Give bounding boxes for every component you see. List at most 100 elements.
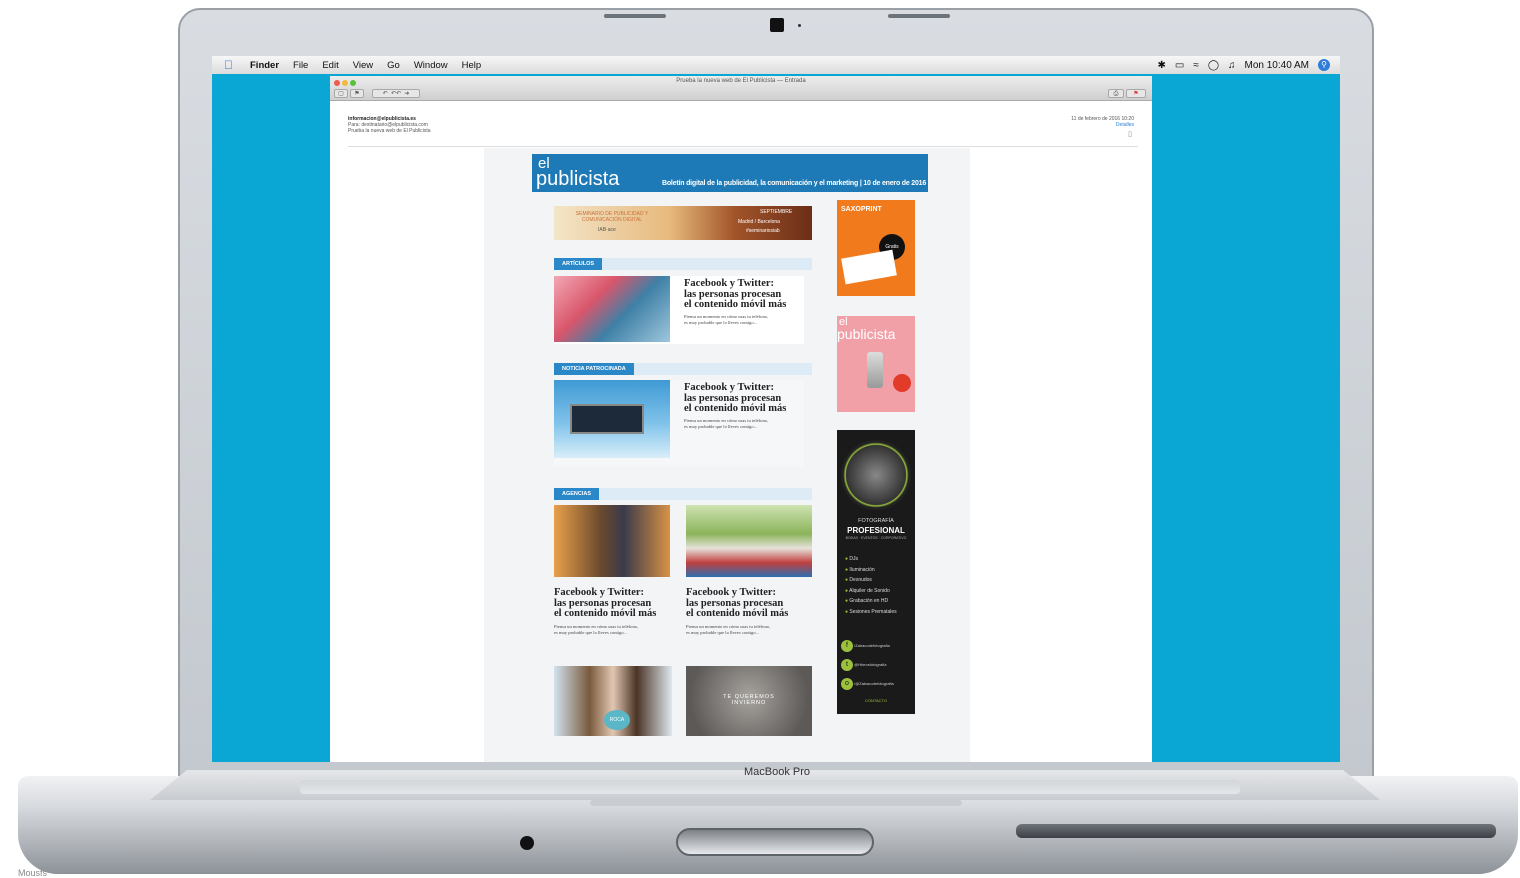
article-excerpt: Piensa un momento en cómo usas tu teléfo… bbox=[684, 418, 769, 429]
seminar-banner-ad[interactable]: SEMINARIO DE PUBLICIDAD Y COMUNICACIÓN D… bbox=[554, 206, 812, 240]
menu-bar:  Finder File Edit View Go Window Help ✱… bbox=[212, 56, 1340, 74]
section-patrocinada: NOTICIA PATROCINADA bbox=[554, 363, 812, 375]
twitter-icon[interactable]: t bbox=[841, 659, 853, 671]
camera-light bbox=[798, 24, 801, 27]
article-title[interactable]: Facebook y Twitter: las personas procesa… bbox=[554, 587, 656, 620]
agency-image[interactable] bbox=[686, 505, 812, 577]
reply-toolbar: ↶ ↶↶ ➜ bbox=[372, 89, 420, 98]
seminar-hashtag: #seminariosiab bbox=[746, 228, 780, 234]
menu-finder[interactable]: Finder bbox=[243, 60, 286, 71]
reply-icon[interactable]: ↶ bbox=[383, 91, 388, 97]
photographer-image bbox=[841, 440, 911, 510]
section-agencias: AGENCIAS bbox=[554, 488, 812, 500]
seminar-org: IAB·ace bbox=[598, 227, 616, 233]
subject: Prueba la nueva web de El Publicista bbox=[348, 128, 431, 134]
logo-publicista: publicista bbox=[536, 168, 620, 190]
menu-help[interactable]: Help bbox=[455, 60, 489, 71]
can-image bbox=[867, 352, 883, 388]
menu-window[interactable]: Window bbox=[407, 60, 455, 71]
mail-window: Prueba la nueva web de El Publicista — E… bbox=[330, 76, 1152, 762]
section-label: NOTICIA PATROCINADA bbox=[554, 363, 634, 375]
service-item: ● Sesiones Prematales bbox=[845, 608, 897, 615]
winter-text: TE QUEREMOS INVIERNO bbox=[723, 694, 775, 706]
footnote: Mousfs bbox=[18, 868, 48, 878]
saxoprint-logo: SAXOPRINT bbox=[841, 206, 882, 213]
agency-image[interactable]: ROCA bbox=[554, 666, 672, 736]
brand-label: MacBook Pro bbox=[744, 766, 811, 778]
billboard bbox=[570, 404, 644, 434]
spotlight-icon[interactable]: ⚲ bbox=[1318, 59, 1330, 71]
keyboard bbox=[300, 780, 1240, 794]
flag-icon[interactable]: ⚑ bbox=[1126, 89, 1146, 98]
menu-edit[interactable]: Edit bbox=[315, 60, 345, 71]
social-handle[interactable]: @Hbeosfotografia bbox=[854, 662, 886, 667]
details-link[interactable]: Detalles bbox=[1116, 122, 1134, 128]
newsletter: el publicista Boletín digital de la publ… bbox=[484, 148, 970, 762]
wifi-icon[interactable]: ≈ bbox=[1193, 60, 1199, 71]
photography-ad[interactable]: FOTOGRAFÍA PROFESIONAL BODAS · EVENTOS ·… bbox=[837, 430, 915, 714]
lid-hinge-right bbox=[888, 14, 950, 18]
volume-icon[interactable]: ♫ bbox=[1228, 60, 1236, 71]
message-header: informacion@elpublicista.es Para: destin… bbox=[348, 116, 1138, 144]
battery-icon[interactable]: ▭ bbox=[1175, 60, 1184, 71]
ad-logo-publicista: publicista bbox=[837, 326, 896, 342]
service-item: ● Grabación en HD bbox=[845, 598, 889, 604]
delete-icon[interactable]: ▢ bbox=[334, 89, 348, 98]
agency-image[interactable] bbox=[554, 505, 670, 577]
printed-material bbox=[841, 249, 897, 285]
ad-badge bbox=[893, 374, 911, 392]
article-excerpt: Piensa un momento en cómo usas tu teléfo… bbox=[686, 624, 771, 635]
apple-icon[interactable]:  bbox=[212, 58, 243, 72]
junk-icon[interactable]: ⚑ bbox=[350, 89, 364, 98]
bluetooth-icon[interactable]: ✱ bbox=[1157, 60, 1165, 71]
forward-icon[interactable]: ➜ bbox=[404, 91, 409, 97]
section-articulos: ARTÍCULOS bbox=[554, 258, 812, 270]
article-image[interactable] bbox=[554, 276, 670, 342]
article-image[interactable] bbox=[554, 380, 670, 458]
facebook-icon[interactable]: f bbox=[841, 640, 853, 652]
photo-title1: FOTOGRAFÍA bbox=[858, 518, 894, 524]
article-title[interactable]: Facebook y Twitter: las personas procesa… bbox=[686, 587, 788, 620]
window-title: Prueba la nueva web de El Publicista — E… bbox=[676, 78, 806, 84]
menu-file[interactable]: File bbox=[286, 60, 315, 71]
section-label: ARTÍCULOS bbox=[554, 258, 603, 270]
timemachine-icon[interactable]: ◯ bbox=[1208, 60, 1219, 71]
article-card[interactable]: Facebook y Twitter: las personas procesa… bbox=[554, 380, 804, 466]
sleep-light bbox=[520, 836, 534, 850]
social-handle[interactable]: /@Zabacodefotografia bbox=[854, 681, 894, 686]
social-handle[interactable]: /Zabacodefotografia bbox=[854, 643, 890, 648]
newsletter-header: el publicista Boletín digital de la publ… bbox=[532, 154, 928, 192]
article-title[interactable]: Facebook y Twitter: las personas procesa… bbox=[684, 382, 786, 415]
article-card[interactable]: Facebook y Twitter: las personas procesa… bbox=[554, 276, 804, 344]
article-excerpt: Piensa un momento en cómo usas tu teléfo… bbox=[554, 624, 639, 635]
instagram-icon[interactable]: o bbox=[841, 678, 853, 690]
seminar-title: SEMINARIO DE PUBLICIDAD Y COMUNICACIÓN D… bbox=[575, 211, 649, 223]
reply-all-icon[interactable]: ↶↶ bbox=[391, 91, 401, 97]
photo-title2: PROFESIONAL bbox=[847, 526, 905, 535]
menu-view[interactable]: View bbox=[346, 60, 380, 71]
lid-hinge-left bbox=[604, 14, 666, 18]
seminar-cities: Madrid / Barcelona bbox=[738, 219, 780, 225]
agency-image[interactable]: TE QUEREMOS INVIERNO bbox=[686, 666, 812, 736]
agency-badge: ROCA bbox=[604, 710, 630, 730]
trackpad-edge bbox=[590, 800, 962, 806]
photo-sub: BODAS · EVENTOS · CORPORATIVO bbox=[845, 536, 907, 540]
article-title[interactable]: Facebook y Twitter: las personas procesa… bbox=[684, 278, 786, 311]
seminar-date: SEPTIEMBRE bbox=[760, 209, 793, 215]
title-bar: Prueba la nueva web de El Publicista — E… bbox=[330, 76, 1152, 101]
service-item: ● Iluminación bbox=[845, 566, 875, 573]
camera-icon bbox=[770, 18, 784, 32]
elpublicista-ad[interactable]: el publicista bbox=[837, 316, 915, 412]
article-excerpt: Piensa un momento en cómo usas tu teléfo… bbox=[684, 314, 769, 325]
saxoprint-ad[interactable]: SAXOPRINT Gratis bbox=[837, 200, 915, 296]
service-item: ● DJs bbox=[845, 556, 859, 562]
service-item: ● Alquiler de Sonido bbox=[845, 587, 890, 594]
clock[interactable]: Mon 10:40 AM bbox=[1245, 60, 1309, 71]
print-icon[interactable]: ⎙ bbox=[1108, 89, 1124, 98]
tagline: Boletín digital de la publicidad, la com… bbox=[662, 180, 927, 187]
optical-drive-slot bbox=[1016, 824, 1496, 838]
attachment-icon[interactable]: ▯ bbox=[1128, 130, 1132, 138]
latch bbox=[676, 828, 874, 856]
menu-go[interactable]: Go bbox=[380, 60, 407, 71]
status-area: ✱ ▭ ≈ ◯ ♫ Mon 10:40 AM ⚲ bbox=[1157, 59, 1340, 71]
